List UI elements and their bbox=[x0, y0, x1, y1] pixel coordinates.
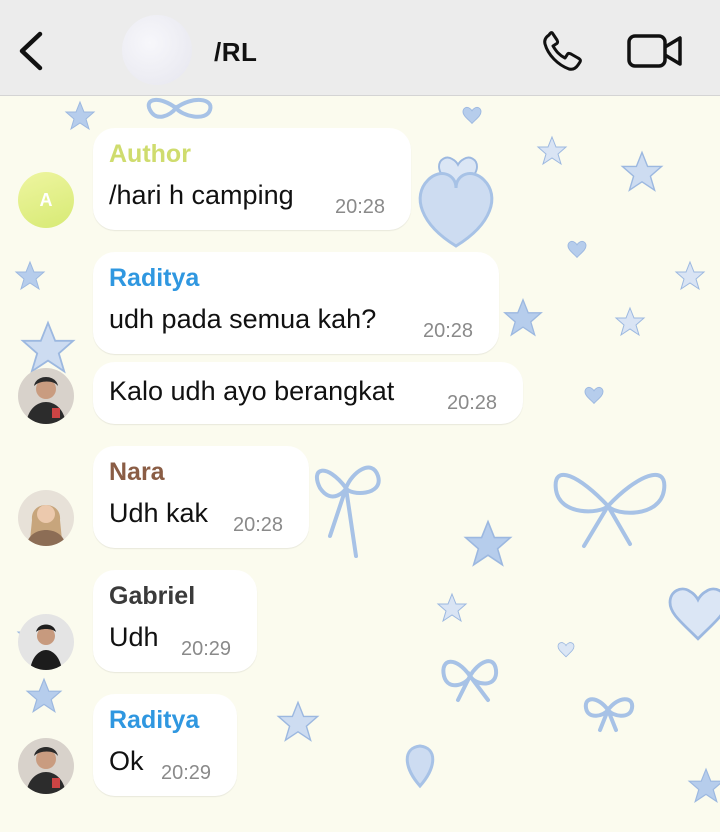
message-time: 20:28 bbox=[447, 392, 498, 414]
user-avatar-icon bbox=[18, 490, 74, 546]
video-call-button[interactable] bbox=[626, 32, 684, 72]
message-row: A Author /hari h camping 20:28 bbox=[0, 128, 720, 234]
avatar[interactable] bbox=[18, 614, 74, 670]
message-time: 20:28 bbox=[233, 514, 284, 536]
message-bubble[interactable]: Author /hari h camping 20:28 bbox=[93, 128, 411, 230]
message-text: Udh bbox=[109, 622, 159, 652]
message-text: Ok bbox=[109, 746, 144, 776]
star-icon bbox=[64, 100, 96, 131]
sender-name[interactable]: Nara bbox=[109, 458, 165, 487]
avatar[interactable] bbox=[18, 490, 74, 546]
sender-name[interactable]: Raditya bbox=[109, 706, 199, 735]
message-time: 20:29 bbox=[161, 762, 212, 784]
message-text: udh pada semua kah? bbox=[109, 304, 377, 334]
message-bubble[interactable]: Raditya udh pada semua kah? 20:28 bbox=[93, 252, 499, 354]
video-camera-icon bbox=[627, 34, 682, 68]
user-avatar-icon bbox=[18, 614, 74, 670]
message-row: Gabriel Udh 20:29 bbox=[0, 570, 720, 676]
sender-name[interactable]: Gabriel bbox=[109, 582, 195, 611]
chevron-left-icon bbox=[19, 31, 43, 71]
heart-icon bbox=[462, 106, 482, 125]
message-bubble[interactable]: Nara Udh kak 20:28 bbox=[93, 446, 309, 548]
message-time: 20:29 bbox=[181, 638, 232, 660]
message-bubble[interactable]: Raditya Ok 20:29 bbox=[93, 694, 237, 796]
back-button[interactable] bbox=[14, 28, 54, 74]
group-avatar[interactable] bbox=[122, 15, 192, 85]
message-row: Raditya Ok 20:29 bbox=[0, 694, 720, 800]
message-bubble[interactable]: Gabriel Udh 20:29 bbox=[93, 570, 257, 672]
voice-call-button[interactable] bbox=[540, 30, 586, 74]
message-text: Udh kak bbox=[109, 498, 209, 528]
sender-name[interactable]: Author bbox=[109, 140, 191, 169]
message-bubble[interactable]: Kalo udh ayo berangkat 20:28 bbox=[93, 362, 523, 424]
user-avatar-icon bbox=[18, 738, 74, 794]
chat-header: /RL bbox=[0, 0, 720, 96]
avatar-initial: A bbox=[39, 189, 53, 210]
message-text: Kalo udh ayo berangkat bbox=[109, 376, 395, 406]
avatar[interactable]: A bbox=[18, 172, 74, 228]
sender-name[interactable]: Raditya bbox=[109, 264, 199, 293]
bow-icon bbox=[146, 98, 213, 119]
chat-title[interactable]: /RL bbox=[214, 37, 257, 68]
avatar[interactable] bbox=[18, 368, 74, 424]
message-row: Raditya udh pada semua kah? 20:28 bbox=[0, 252, 720, 358]
message-row: Kalo udh ayo berangkat 20:28 bbox=[0, 362, 720, 426]
message-time: 20:28 bbox=[335, 196, 386, 218]
chat-area[interactable]: A Author /hari h camping 20:28 Raditya u… bbox=[0, 96, 720, 832]
phone-icon bbox=[543, 31, 582, 71]
message-text: /hari h camping bbox=[109, 180, 294, 210]
message-row: Nara Udh kak 20:28 bbox=[0, 446, 720, 552]
avatar[interactable] bbox=[18, 738, 74, 794]
message-time: 20:28 bbox=[423, 320, 474, 342]
user-avatar-icon bbox=[18, 368, 74, 424]
